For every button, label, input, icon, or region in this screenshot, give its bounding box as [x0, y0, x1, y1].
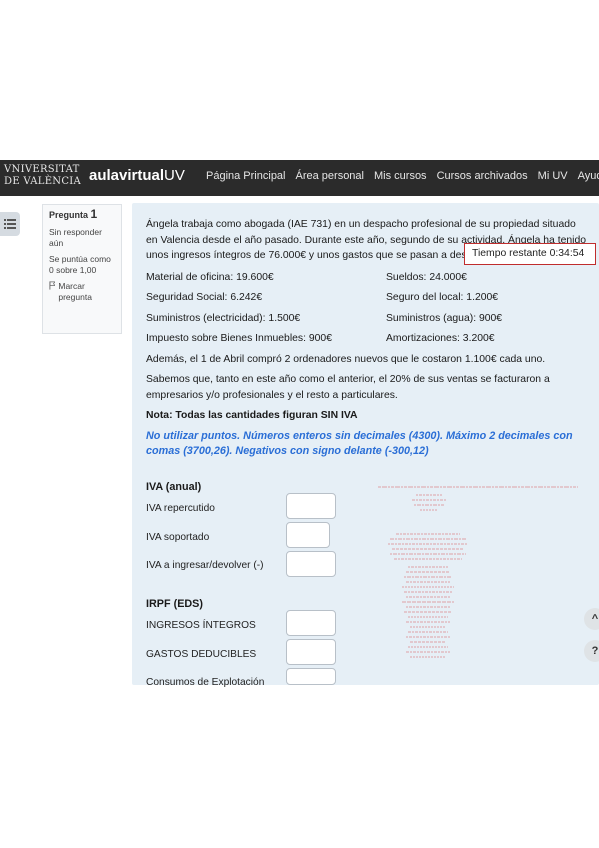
- aula-logo-main: aulavirtual: [89, 167, 165, 184]
- aula-virtual-logo[interactable]: aulavirtualUV: [89, 167, 185, 184]
- time-remaining-box: Tiempo restante 0:34:54: [464, 243, 596, 265]
- consumos-explotacion-label: Consumos de Explotación: [146, 677, 265, 688]
- nav-link-area-personal[interactable]: Área personal: [296, 170, 365, 182]
- help-button[interactable]: ?: [584, 640, 599, 662]
- list-icon: [4, 219, 16, 229]
- expense-item: Seguro del local: 1.200€: [386, 292, 499, 303]
- nav-links: Página Principal Área personal Mis curso…: [206, 170, 599, 182]
- iva-ingresar-devolver-label: IVA a ingresar/devolver (-): [146, 560, 264, 571]
- gastos-deducibles-input[interactable]: [286, 639, 336, 665]
- nav-link-pagina-principal[interactable]: Página Principal: [206, 170, 286, 182]
- ingresos-integros-input[interactable]: [286, 610, 336, 636]
- nav-link-mis-cursos[interactable]: Mis cursos: [374, 170, 427, 182]
- note-text: Nota: Todas las cantidades figuran SIN I…: [146, 410, 358, 421]
- iva-repercutido-label: IVA repercutido: [146, 503, 215, 514]
- nav-link-ayuda[interactable]: Ayuda: [578, 170, 599, 182]
- expense-item: Sueldos: 24.000€: [386, 271, 467, 283]
- gastos-deducibles-label: GASTOS DEDUCIBLES: [146, 649, 257, 660]
- ingresos-integros-label: INGRESOS ÍNTEGROS: [146, 620, 256, 631]
- scroll-up-button[interactable]: ^: [584, 608, 599, 630]
- question-mark-icon: ?: [591, 645, 599, 657]
- university-logo[interactable]: VNIVERSITAT DE VALÈNCIA: [4, 164, 84, 192]
- sales-text: Sabemos que, tanto en este año como el a…: [146, 374, 550, 401]
- question-score: Se puntúa como 0 sobre 1,00: [49, 254, 111, 275]
- flag-question-button[interactable]: Marcar pregunta: [49, 281, 115, 303]
- iva-soportado-label: IVA soportado: [146, 532, 210, 543]
- question-number-heading: Pregunta 1: [49, 207, 115, 221]
- university-logo-line2: DE VALÈNCIA: [4, 176, 82, 187]
- consumos-explotacion-input[interactable]: [286, 668, 336, 685]
- expense-item: Suministros (electricidad): 1.500€: [146, 312, 301, 324]
- expense-item: Material de oficina: 19.600€: [146, 271, 274, 283]
- expense-item: Amortizaciones: 3.200€: [386, 333, 495, 344]
- question-info-box: Pregunta 1 Sin responder aún Se puntúa c…: [42, 204, 122, 334]
- iva-ingresar-devolver-input[interactable]: [286, 551, 336, 577]
- expense-item: Suministros (agua): 900€: [386, 312, 503, 324]
- handwritten-annotations: [378, 486, 578, 658]
- drawer-toggle-button[interactable]: [0, 212, 20, 236]
- expense-item: Seguridad Social: 6.242€: [146, 292, 263, 303]
- question-number: 1: [90, 207, 98, 221]
- nav-link-mi-uv[interactable]: Mi UV: [538, 170, 568, 182]
- flag-question-label: Marcar pregunta: [58, 281, 92, 302]
- timer-value: 0:34:54: [549, 248, 585, 259]
- chevron-up-icon: ^: [591, 613, 599, 625]
- irpf-section-title: IRPF (EDS): [146, 598, 203, 610]
- expenses-list: Material de oficina: 19.600€ Sueldos: 24…: [146, 270, 586, 347]
- question-status: Sin responder aún: [49, 227, 102, 248]
- iva-soportado-input[interactable]: [286, 522, 330, 548]
- question-label: Pregunta: [49, 210, 89, 220]
- flag-icon: [49, 281, 56, 290]
- university-logo-line1: VNIVERSITAT: [4, 164, 80, 175]
- aula-logo-suffix: UV: [164, 167, 185, 184]
- expense-item: Impuesto sobre Bienes Inmuebles: 900€: [146, 333, 332, 344]
- nav-link-cursos-archivados[interactable]: Cursos archivados: [437, 170, 528, 182]
- format-hint: No utilizar puntos. Números enteros sin …: [146, 429, 573, 457]
- timer-label: Tiempo restante: [472, 248, 547, 259]
- top-navbar: VNIVERSITAT DE VALÈNCIA aulavirtualUV Pá…: [0, 160, 599, 196]
- computers-purchase-text: Además, el 1 de Abril compró 2 ordenador…: [146, 353, 546, 365]
- iva-section-title: IVA (anual): [146, 481, 202, 493]
- iva-repercutido-input[interactable]: [286, 493, 336, 519]
- page: VNIVERSITAT DE VALÈNCIA aulavirtualUV Pá…: [0, 0, 599, 848]
